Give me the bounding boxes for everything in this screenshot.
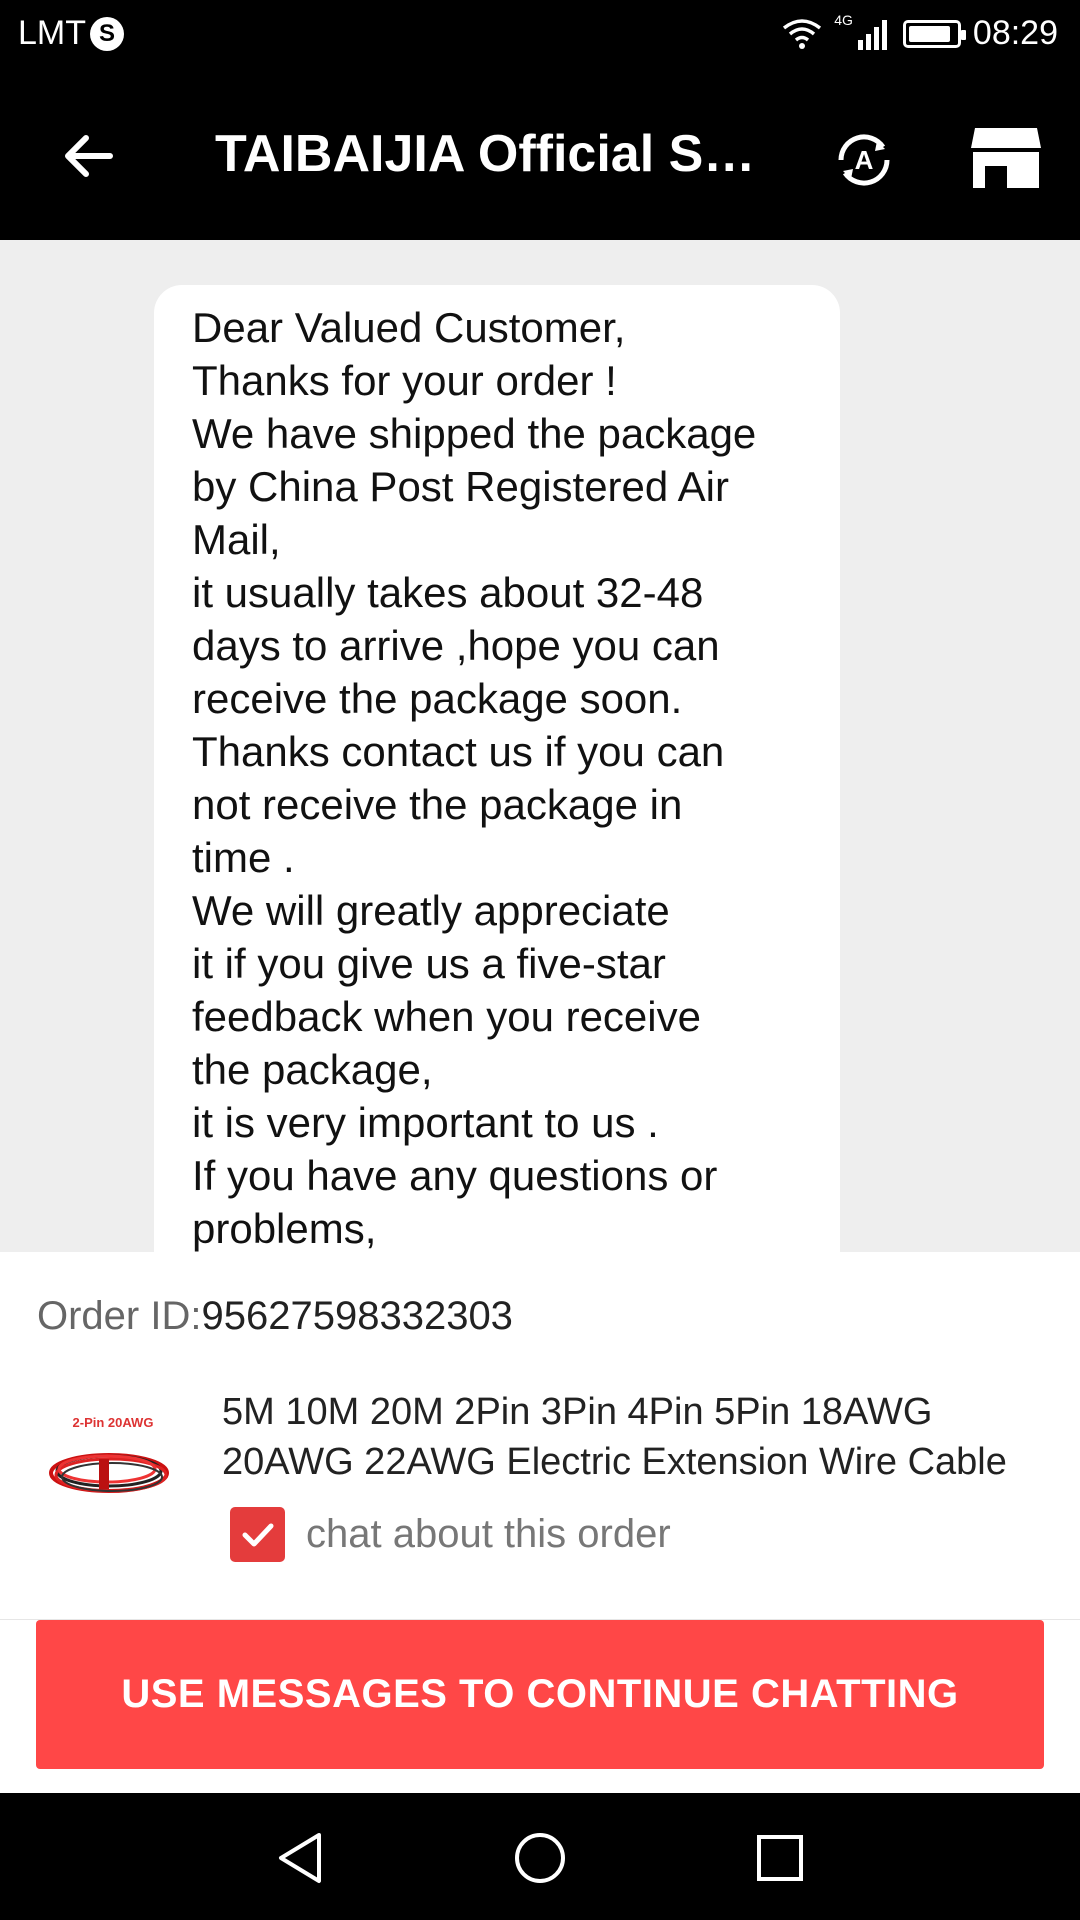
message-line: If you have any questions or [192,1152,718,1199]
page-title: TAIBAIJIA Official Store [215,125,760,183]
translate-icon: A [838,134,890,186]
message-line: We have shipped the package [192,410,757,457]
message-line: it is very important to us . [192,1099,659,1146]
product-title-line: 20AWG 22AWG Electric Extension Wire Cabl… [222,1441,1007,1483]
system-nav-bar [0,1793,1080,1920]
cable-coil-image: 2-Pin 20AWG [49,1415,169,1493]
battery-level [908,25,950,42]
message-line: Dear Valued Customer, [192,304,626,351]
svg-text:A: A [855,145,874,175]
nav-recents-button[interactable] [745,1823,815,1893]
nav-home-button[interactable] [505,1823,575,1893]
message-line: it usually takes about 32-48 [192,569,704,616]
thumb-label: 2-Pin 20AWG [73,1415,154,1430]
order-id-label: Order ID: [37,1294,202,1338]
status-bar: LMT S 4G 08:29 [0,0,1080,72]
message-line: receive the package soon. [192,675,683,722]
continue-chatting-button[interactable]: USE MESSAGES TO CONTINUE CHATTING [36,1620,1044,1769]
checkmark-icon [242,1523,273,1546]
product-thumbnail[interactable]: 2-Pin 20AWG [37,1387,185,1535]
network-label: 4G [834,11,853,28]
product-title-line: 5M 10M 20M 2Pin 3Pin 4Pin 5Pin 18AWG [222,1391,933,1433]
order-id-value: 95627598332303 [201,1294,513,1338]
sim-icon: S [90,16,124,51]
order-id: Order ID:95627598332303 [37,1294,513,1339]
clock: 08:29 [972,14,1058,52]
translate-button[interactable]: A [824,120,904,200]
message-line: Thanks contact us if you can [192,728,725,775]
message-line: the package, [192,1046,433,1093]
status-right: 4G 08:29 [782,11,1058,53]
cta-container: USE MESSAGES TO CONTINUE CHATTING [0,1620,1080,1793]
back-button[interactable] [48,116,128,196]
message-line: Mail, [192,516,281,563]
circle-home-icon [515,1833,565,1883]
message-line: Thanks for your order ! [192,357,617,404]
checkbox-label[interactable]: chat about this order [306,1512,671,1557]
message-line: problems, [192,1205,377,1252]
message-line: it if you give us a five-star [192,940,666,987]
arrow-left-icon [65,135,113,177]
message-line: by China Post Registered Air [192,463,729,510]
wifi-icon [783,18,822,49]
square-recents-icon [757,1835,803,1881]
message-line: feedback when you receive [192,993,701,1040]
store-button[interactable] [966,118,1046,198]
signal-icon [857,19,887,50]
message-line: We will greatly appreciate [192,887,670,934]
triangle-back-icon [279,1833,321,1883]
message-line: time . [192,834,295,881]
app-header: TAIBAIJIA Official Store A [0,72,1080,240]
store-icon [971,128,1041,188]
status-left: LMT S [18,14,124,53]
message-bubble: Dear Valued Customer, Thanks for your ord… [154,285,840,1252]
order-panel: Order ID:95627598332303 2-Pin 20AWG 5M 1… [0,1252,1080,1619]
nav-back-button[interactable] [265,1823,335,1893]
battery-icon [902,19,966,48]
message-line: days to arrive ,hope you can [192,622,720,669]
chat-area[interactable]: Dear Valued Customer, Thanks for your ord… [0,240,1080,1252]
message-line: not receive the package in [192,781,683,828]
carrier-label: LMT [18,14,86,52]
product-title[interactable]: 5M 10M 20M 2Pin 3Pin 4Pin 5Pin 18AWG 20A… [222,1387,1042,1487]
chat-about-order-checkbox[interactable] [230,1507,285,1562]
